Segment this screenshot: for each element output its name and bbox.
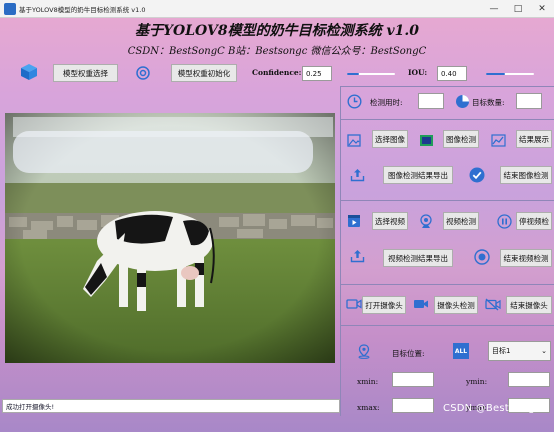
iou-input[interactable]: 0.40 <box>437 66 467 81</box>
xmin-field <box>392 372 434 387</box>
target-select-dropdown[interactable]: 目标1 ⌄ <box>488 341 551 361</box>
camera-off-icon <box>484 296 501 312</box>
export-image-result-button[interactable]: 图像检测结果导出 <box>383 166 453 184</box>
xmin-label: xmin: <box>357 377 379 386</box>
settings-target-icon[interactable] <box>134 64 152 82</box>
window-title: 基于YOLOV8模型的奶牛目标检测系统 v1.0 <box>19 5 146 14</box>
target-count-label: 目标数量: <box>472 98 505 107</box>
ymin-field <box>508 372 550 387</box>
video-detect-button[interactable]: 视频检测 <box>443 212 479 230</box>
image-icon <box>346 132 362 148</box>
panel-divider-vertical <box>340 86 341 416</box>
close-button[interactable]: ✕ <box>530 0 554 18</box>
iou-slider[interactable] <box>486 73 534 75</box>
confidence-input[interactable]: 0.25 <box>302 66 332 81</box>
panel-divider <box>341 119 554 120</box>
minimize-button[interactable]: — <box>482 0 506 18</box>
location-icon <box>356 343 372 359</box>
webcam-icon <box>418 213 434 229</box>
upload-icon <box>349 167 365 183</box>
export-video-result-button[interactable]: 视频检测结果导出 <box>383 249 453 267</box>
panel-divider <box>341 284 554 285</box>
status-bar: 成功打开摄像头! <box>2 399 340 413</box>
close-camera-button[interactable]: 结束摄像头 <box>506 296 552 314</box>
model-weight-select-button[interactable]: 模型权重选择 <box>53 64 118 82</box>
camera-icon <box>345 296 362 312</box>
page-subtitle: CSDN：BestSongC B站：Bestsongc 微信公众号：BestSo… <box>127 46 427 57</box>
confidence-slider[interactable] <box>347 73 395 75</box>
iou-label: IOU: <box>408 68 428 77</box>
video-file-icon <box>346 213 362 229</box>
panel-divider <box>341 86 554 87</box>
confidence-label: Confidence: <box>252 68 302 77</box>
select-image-button[interactable]: 选择图像 <box>372 130 408 148</box>
xmax-field <box>392 398 434 413</box>
ymin-label: ymin: <box>466 377 488 386</box>
panel-divider <box>341 200 554 201</box>
clock-icon <box>346 93 362 109</box>
detect-time-field <box>418 93 444 109</box>
image-detect-icon <box>418 132 434 148</box>
panel-divider <box>341 325 554 326</box>
pause-icon <box>496 213 512 229</box>
target-select-value: 目标1 <box>492 347 511 355</box>
maximize-button[interactable]: □ <box>506 0 530 18</box>
iou-slider-fill <box>486 73 506 75</box>
cube-icon[interactable] <box>19 62 39 82</box>
video-display <box>5 113 335 363</box>
app-icon <box>4 2 16 15</box>
confidence-slider-fill <box>347 73 359 75</box>
watermark-text: CSDN @BestSongC <box>443 403 542 414</box>
target-position-label: 目标位置: <box>392 349 425 358</box>
line-chart-icon <box>490 132 506 148</box>
all-badge: ALL <box>453 343 469 359</box>
model-weight-init-button[interactable]: 模型权重初始化 <box>171 64 237 82</box>
select-video-button[interactable]: 选择视频 <box>372 212 408 230</box>
xmax-label: xmax: <box>357 403 380 412</box>
pause-video-button[interactable]: 停视频检 <box>516 212 552 230</box>
page-title: 基于YOLOV8模型的奶牛目标检测系统 v1.0 <box>135 23 419 39</box>
target-count-field <box>516 93 542 109</box>
detect-time-label: 检测用时: <box>370 98 403 107</box>
window-title-bar: 基于YOLOV8模型的奶牛目标检测系统 v1.0 — □ ✕ <box>0 0 554 18</box>
end-video-detect-button[interactable]: 结束视频检测 <box>500 249 552 267</box>
check-circle-icon <box>468 166 485 183</box>
chevron-down-icon: ⌄ <box>541 347 547 355</box>
end-image-detect-button[interactable]: 结束图像检测 <box>500 166 552 184</box>
show-result-button[interactable]: 结果展示 <box>516 130 552 148</box>
image-detect-button[interactable]: 图像检测 <box>443 130 479 148</box>
camera-frame-image <box>5 113 335 363</box>
open-camera-button[interactable]: 打开摄像头 <box>362 296 406 314</box>
pie-chart-icon <box>454 93 470 109</box>
video-camera-icon <box>412 296 429 312</box>
camera-detect-button[interactable]: 摄像头检测 <box>434 296 478 314</box>
record-icon <box>473 248 490 265</box>
upload-video-icon <box>349 248 365 264</box>
